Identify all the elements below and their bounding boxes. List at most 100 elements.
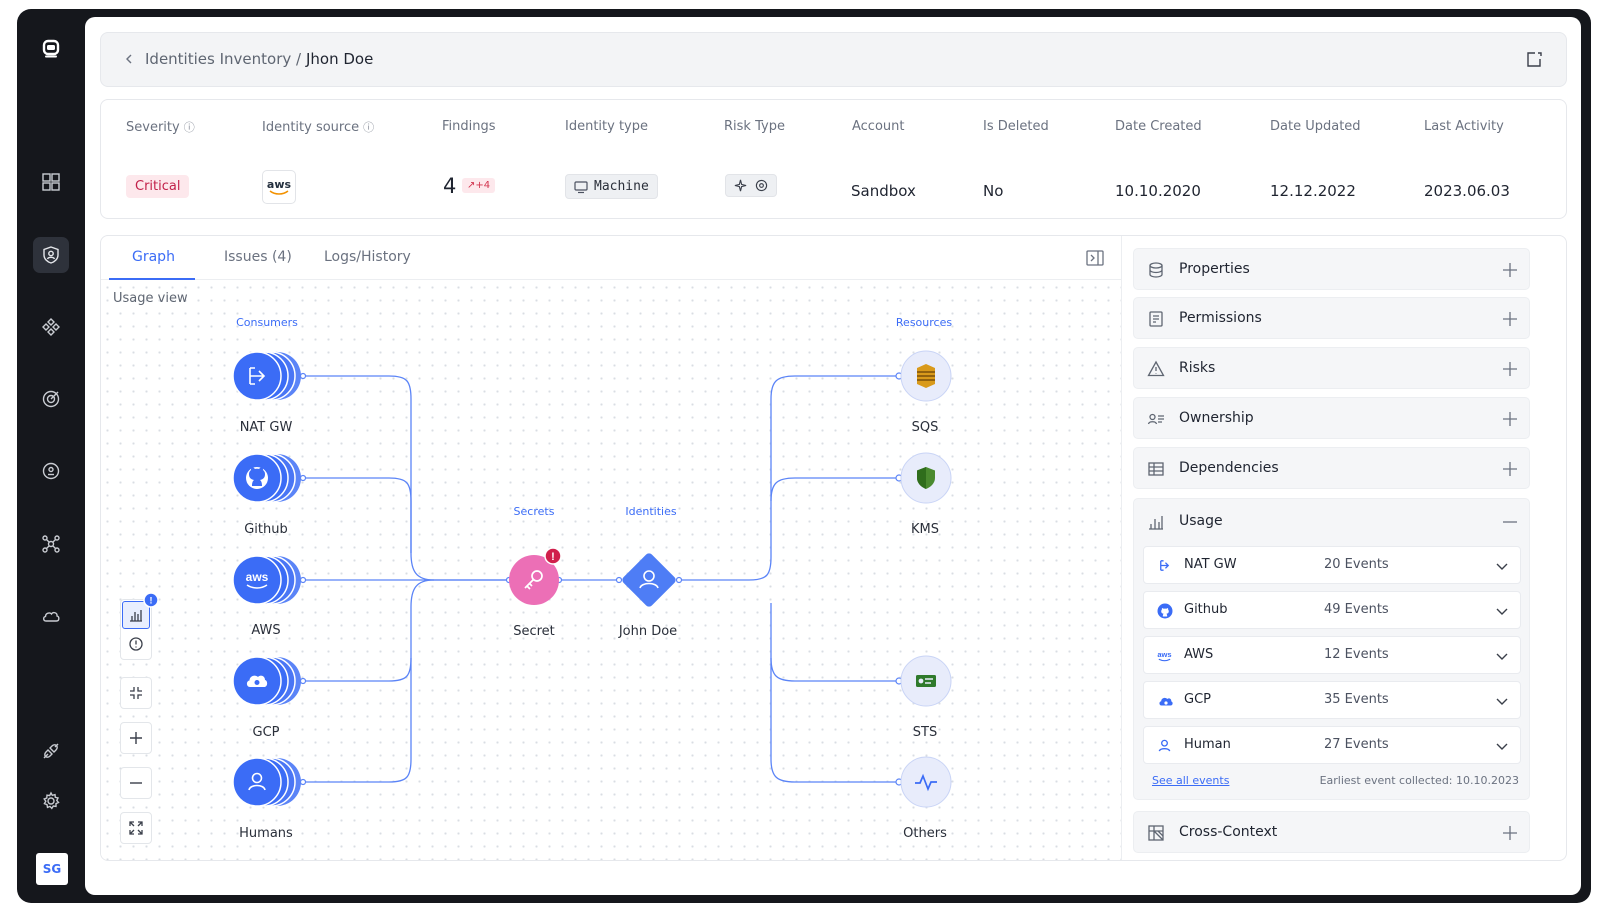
secret-node[interactable]: ! xyxy=(506,545,566,607)
usage-row-aws[interactable]: aws AWS 12 Events xyxy=(1143,636,1521,674)
section-dependencies[interactable]: Dependencies xyxy=(1133,447,1530,489)
earliest-event-text: Earliest event collected: 10.10.2023 xyxy=(1319,774,1519,787)
section-permissions-label: Permissions xyxy=(1179,310,1262,326)
properties-panel: Properties Permissions Risks Ownership D xyxy=(1121,236,1566,860)
zoom-out-button[interactable] xyxy=(121,768,151,798)
tab-issues[interactable]: Issues (4) xyxy=(224,249,292,265)
main-content: Identities Inventory / Jhon Doe Severity… xyxy=(85,17,1581,895)
resource-node-sts[interactable] xyxy=(899,655,953,709)
severity-badge: Critical xyxy=(126,175,190,198)
breadcrumb: Identities Inventory / Jhon Doe xyxy=(100,32,1567,87)
consumer-node-github[interactable] xyxy=(231,452,305,506)
date-created-label: Date Created xyxy=(1115,119,1202,134)
identity-type-value: Machine xyxy=(594,179,649,194)
plugin-icon[interactable] xyxy=(33,733,69,769)
last-activity-label: Last Activity xyxy=(1424,119,1504,134)
breadcrumb-parent[interactable]: Identities Inventory / xyxy=(145,50,301,68)
minus-icon[interactable] xyxy=(1501,513,1519,531)
see-all-events-link[interactable]: See all events xyxy=(1152,774,1229,787)
last-activity-value: 2023.06.03 xyxy=(1424,182,1510,200)
gcp-icon xyxy=(1156,692,1173,709)
consumer-node-nat-gw[interactable] xyxy=(231,350,305,404)
resource-node-kms[interactable] xyxy=(899,452,953,506)
svg-text:aws: aws xyxy=(1157,649,1171,658)
section-risks[interactable]: Risks xyxy=(1133,347,1530,389)
plus-icon[interactable] xyxy=(1501,824,1519,842)
fullscreen-button[interactable] xyxy=(121,813,151,843)
vault-icon[interactable] xyxy=(33,453,69,489)
graph-canvas[interactable]: Usage view Consumers Secrets Identities … xyxy=(101,281,1121,860)
section-permissions[interactable]: Permissions xyxy=(1133,297,1530,339)
usage-row-name: AWS xyxy=(1184,647,1214,662)
usage-row-name: GCP xyxy=(1184,692,1211,707)
section-properties[interactable]: Properties xyxy=(1133,248,1530,290)
section-usage: Usage NAT GW 20 Events Github 49 Events … xyxy=(1133,498,1530,800)
node-label-sqs: SQS xyxy=(911,420,939,435)
usage-row-nat-gw[interactable]: NAT GW 20 Events xyxy=(1143,546,1521,584)
usage-row-github[interactable]: Github 49 Events xyxy=(1143,591,1521,629)
usage-row-gcp[interactable]: GCP 35 Events xyxy=(1143,681,1521,719)
svg-text:aws: aws xyxy=(246,570,269,584)
info-icon[interactable]: ⓘ xyxy=(363,119,374,135)
secrets-group-label: Secrets xyxy=(513,505,555,518)
section-cross-context[interactable]: Cross-Context xyxy=(1133,811,1530,853)
section-usage-label: Usage xyxy=(1179,513,1223,529)
plus-icon[interactable] xyxy=(1501,310,1519,328)
plus-icon[interactable] xyxy=(1501,460,1519,478)
consumer-node-aws[interactable]: aws xyxy=(231,554,305,608)
findings-delta-badge: ↗+4 xyxy=(462,178,496,193)
identity-type-label: Identity type xyxy=(565,119,648,134)
tab-logs-history[interactable]: Logs/History xyxy=(324,249,411,265)
dashboard-icon[interactable] xyxy=(33,164,69,200)
owner-list-icon xyxy=(1147,413,1164,425)
node-label-gcp: GCP xyxy=(252,725,280,740)
logo-icon[interactable] xyxy=(33,31,69,67)
collapse-view-button[interactable] xyxy=(121,678,151,708)
collapse-panel-icon[interactable] xyxy=(1085,248,1105,268)
issues-view-button[interactable] xyxy=(121,629,151,659)
consumer-node-gcp[interactable] xyxy=(231,655,305,709)
back-chevron-icon[interactable] xyxy=(119,49,139,69)
section-ownership[interactable]: Ownership xyxy=(1133,397,1530,439)
chevron-down-icon[interactable] xyxy=(1494,603,1510,619)
minimize-icon xyxy=(130,687,142,699)
open-external-icon[interactable] xyxy=(1524,50,1544,70)
info-icon[interactable]: ⓘ xyxy=(184,119,195,135)
identity-node[interactable] xyxy=(616,547,682,613)
resource-node-sqs[interactable] xyxy=(899,350,953,404)
usage-row-human[interactable]: Human 27 Events xyxy=(1143,726,1521,764)
plus-icon[interactable] xyxy=(1501,410,1519,428)
node-label-john-doe: John Doe xyxy=(618,624,678,639)
chevron-down-icon[interactable] xyxy=(1494,558,1510,574)
account-label: Account xyxy=(852,119,905,134)
notification-dot-icon: ! xyxy=(143,592,159,608)
integrations-icon[interactable] xyxy=(33,309,69,345)
aws-logo: aws xyxy=(262,170,296,204)
identity-type-chip: Machine xyxy=(565,174,658,199)
cloud-icon[interactable] xyxy=(33,598,69,634)
chevron-down-icon[interactable] xyxy=(1494,693,1510,709)
nat-gateway-icon xyxy=(1156,557,1173,574)
consumer-node-humans[interactable] xyxy=(231,756,305,810)
tab-graph[interactable]: Graph xyxy=(132,249,175,265)
chevron-down-icon[interactable] xyxy=(1494,738,1510,754)
identities-icon[interactable] xyxy=(33,237,69,273)
settings-icon[interactable] xyxy=(33,783,69,819)
resource-node-others[interactable] xyxy=(899,756,953,810)
network-icon[interactable] xyxy=(33,526,69,562)
zoom-in-button[interactable] xyxy=(121,723,151,753)
node-label-github: Github xyxy=(244,522,288,537)
section-properties-label: Properties xyxy=(1179,261,1250,277)
database-icon xyxy=(1149,262,1163,278)
findings-count: 4 xyxy=(443,174,457,198)
chevron-down-icon[interactable] xyxy=(1494,648,1510,664)
account-value: Sandbox xyxy=(851,182,916,200)
monitor-icon xyxy=(574,180,588,193)
plus-icon[interactable] xyxy=(1501,261,1519,279)
user-avatar[interactable]: SG xyxy=(36,853,68,885)
findings-label: Findings xyxy=(442,119,496,134)
severity-label: Severity ⓘ xyxy=(126,119,195,135)
section-risks-label: Risks xyxy=(1179,360,1216,376)
plus-icon[interactable] xyxy=(1501,360,1519,378)
target-icon[interactable] xyxy=(33,381,69,417)
